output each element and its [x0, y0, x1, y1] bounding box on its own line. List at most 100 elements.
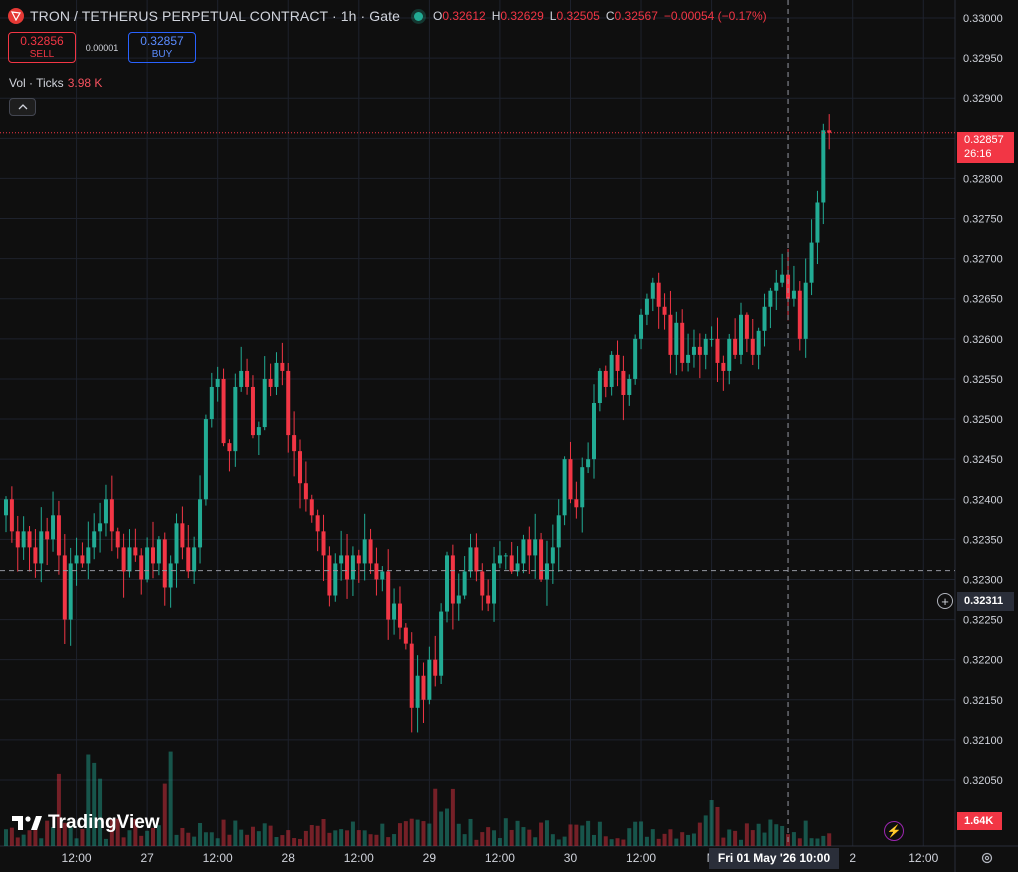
x-tick-label: 30 [564, 851, 578, 865]
candle-body [586, 459, 591, 468]
bolt-icon[interactable]: ⚡ [884, 821, 904, 841]
candle-body [774, 282, 779, 291]
volume-bar [803, 820, 808, 846]
candlestick-chart[interactable]: 0.330000.329500.329000.328500.328000.327… [0, 0, 1018, 872]
collapse-legend-button[interactable] [9, 98, 36, 116]
spread-value: 0.00001 [85, 42, 119, 53]
candle-body [350, 555, 355, 580]
buy-label: BUY [151, 48, 173, 60]
candle-body [368, 539, 373, 564]
y-tick-label: 0.32100 [963, 735, 1003, 747]
volume-bar [215, 838, 220, 846]
volume-bar [421, 821, 426, 846]
candle-body [721, 362, 726, 371]
candle-body [486, 595, 491, 604]
crosshair-time-label: Fri 01 May '26 10:00 [709, 848, 839, 869]
candle-body [45, 531, 50, 540]
volume-bar [721, 837, 726, 846]
candle-body [303, 483, 308, 500]
volume-legend[interactable]: Vol · Ticks 3.98 K [9, 76, 102, 90]
volume-bar [739, 839, 743, 846]
volume-bar [750, 830, 755, 846]
chevron-up-icon [18, 104, 27, 110]
volume-bar [556, 839, 561, 846]
volume-bar [539, 822, 544, 846]
volume-bar [439, 811, 444, 846]
volume-bar [233, 820, 238, 846]
volume-bar [209, 832, 214, 846]
volume-bar [703, 815, 708, 846]
volume-bar [791, 832, 796, 846]
watermark-text: TradingView [48, 812, 160, 833]
gear-icon[interactable] [980, 851, 994, 865]
candle-body [298, 451, 302, 484]
candle-body [186, 547, 191, 572]
crosshair-price-label: 0.32311 [957, 592, 1014, 611]
candle-body [456, 595, 461, 604]
candle-body [109, 499, 114, 532]
volume-bar [15, 837, 20, 846]
volume-bar [650, 829, 655, 846]
candle-body [768, 290, 773, 307]
candle-body [250, 386, 255, 436]
sell-button[interactable]: 0.32856 SELL [8, 32, 76, 63]
volume-bar [492, 830, 497, 846]
y-tick-label: 0.32400 [963, 494, 1003, 506]
volume-bar [286, 830, 291, 846]
candle-body [521, 539, 526, 564]
candle-body [668, 314, 673, 355]
candle-body [786, 274, 791, 299]
volume-bar [292, 838, 297, 846]
candle-body [497, 555, 502, 564]
volume-bar [521, 827, 526, 846]
candle-body [739, 314, 743, 355]
volume-bar [345, 830, 350, 846]
candle-body [827, 130, 832, 133]
candle-body [615, 354, 620, 371]
volume-value-tag: 1.64K [957, 812, 1002, 830]
candle-body [597, 370, 602, 404]
candle-body [103, 499, 108, 524]
volume-bar [186, 832, 191, 846]
add-alert-plus-icon[interactable]: + [937, 593, 953, 609]
candle-body [603, 370, 608, 387]
candle-body [27, 531, 32, 548]
volume-bar [727, 829, 732, 846]
tron-logo-icon [8, 8, 24, 24]
candle-body [397, 603, 402, 628]
volume-bar [691, 833, 696, 846]
candle-body [156, 539, 161, 564]
candle-body [480, 571, 485, 596]
last-price-tag: 0.32857 26:16 [957, 132, 1014, 163]
candle-body [68, 563, 73, 620]
candle-body [268, 378, 273, 387]
volume-bar [21, 834, 26, 846]
volume-bar [380, 823, 385, 846]
volume-bar [427, 823, 432, 846]
volume-bar [709, 800, 714, 846]
volume-bar [374, 834, 379, 846]
volume-bar [597, 821, 602, 846]
y-tick-label: 0.33000 [963, 13, 1003, 25]
candle-body [421, 675, 426, 700]
volume-bar [386, 837, 391, 846]
volume-bar [580, 825, 585, 846]
market-status-icon[interactable] [413, 11, 423, 21]
candle-body [233, 386, 238, 452]
candle-body [74, 555, 79, 564]
volume-bar [639, 821, 644, 846]
candle-body [292, 435, 297, 452]
candle-body [703, 338, 708, 355]
price-change: −0.00054 (−0.17%) [663, 9, 767, 23]
volume-bar [680, 832, 685, 846]
volume-bar [392, 834, 397, 846]
volume-bar [56, 773, 61, 846]
candle-body [568, 459, 573, 500]
volume-bar [245, 834, 250, 846]
symbol-title[interactable]: TRON / TETHERUS PERPETUAL CONTRACT · 1h … [30, 8, 400, 24]
candle-body [21, 531, 26, 548]
candle-body [509, 555, 514, 572]
candle-body [4, 499, 8, 516]
candle-body [756, 330, 761, 355]
buy-button[interactable]: 0.32857 BUY [128, 32, 196, 63]
